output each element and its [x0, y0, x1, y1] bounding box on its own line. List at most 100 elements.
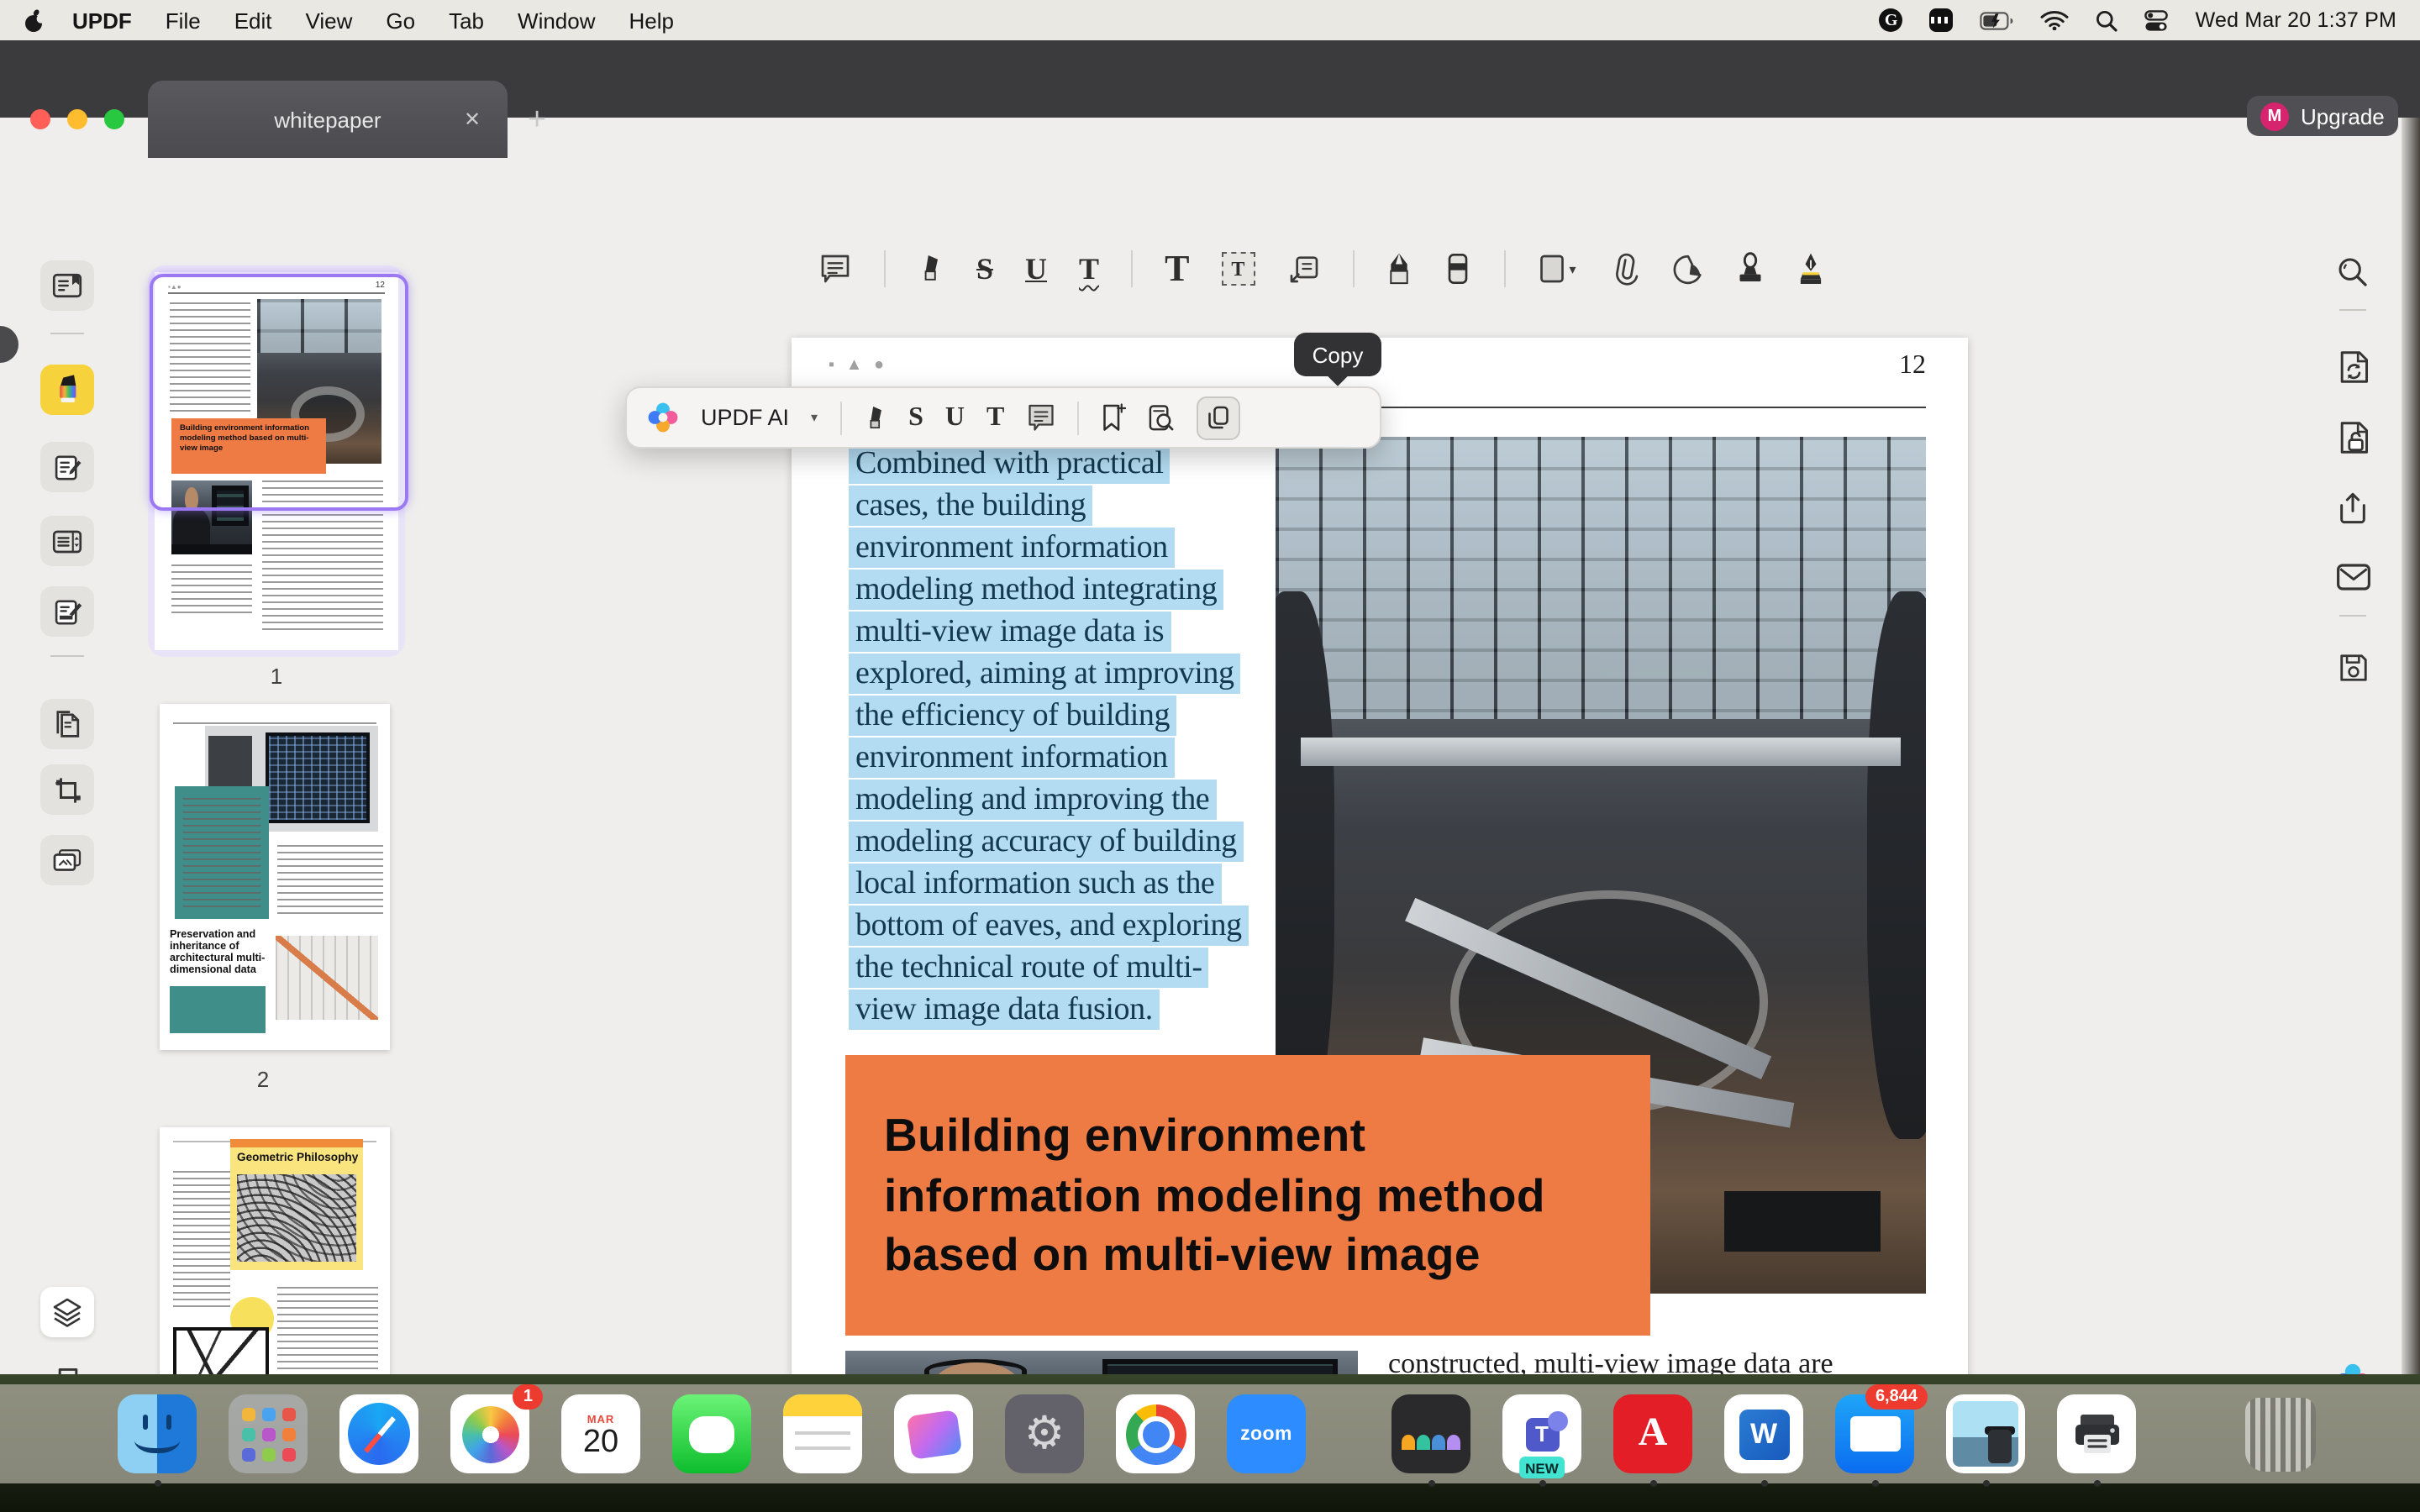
dock-acrobat[interactable]: A — [1613, 1394, 1692, 1473]
thumbnail-viewport-indicator[interactable] — [150, 274, 408, 511]
sidebar-item-organize-pages[interactable] — [40, 516, 94, 566]
dock-system-settings[interactable]: ⚙ — [1005, 1394, 1084, 1473]
dock-printer[interactable] — [2057, 1394, 2136, 1473]
dock-launchpad[interactable] — [229, 1394, 308, 1473]
new-tab-button[interactable]: + — [528, 102, 546, 139]
highlight-button[interactable] — [863, 402, 886, 433]
underline-button[interactable]: U — [945, 404, 965, 431]
stamp-tool[interactable] — [1735, 252, 1764, 286]
sidebar-item-thumbnails[interactable] — [40, 1287, 94, 1337]
add-bookmark-button[interactable] — [1100, 402, 1125, 433]
eraser-tool[interactable] — [1443, 252, 1471, 286]
copy-tooltip: Copy — [1294, 333, 1381, 376]
menu-clock[interactable]: Wed Mar 20 1:37 PM — [2196, 8, 2396, 32]
attachment-tool[interactable] — [1607, 252, 1639, 286]
thumbnail-page-2-label: 2 — [134, 1067, 392, 1092]
close-window-button[interactable] — [30, 109, 50, 129]
toolbar-divider — [884, 250, 886, 287]
strikethrough-tool[interactable]: S — [976, 254, 993, 284]
control-center-icon[interactable] — [2145, 9, 2169, 31]
upgrade-button[interactable]: M Upgrade — [2247, 96, 2398, 136]
dock-safari[interactable] — [339, 1394, 418, 1473]
menu-edit[interactable]: Edit — [234, 8, 272, 33]
bartender-icon[interactable] — [1930, 8, 1954, 32]
dock-zoom[interactable]: zoom — [1227, 1394, 1306, 1473]
rightbar-share[interactable] — [2333, 487, 2373, 528]
updf-ai-logo-icon — [647, 402, 679, 433]
chevron-down-icon[interactable]: ▾ — [811, 410, 818, 425]
dock-mail[interactable]: 6,844 — [1835, 1394, 1914, 1473]
dock-teams[interactable]: T NEW — [1502, 1394, 1581, 1473]
sticky-note-tool[interactable] — [818, 252, 852, 286]
panel-handle[interactable] — [0, 326, 18, 363]
squiggly-underline-tool[interactable]: T — [1079, 254, 1099, 284]
selected-paragraph[interactable]: Combined with practical cases, the build… — [849, 442, 1319, 1030]
text-tool[interactable]: T — [1165, 250, 1189, 287]
sidebar-divider — [50, 655, 84, 657]
dock-trash[interactable] — [2240, 1394, 2319, 1473]
dock-calendar[interactable]: MAR 20 — [561, 1394, 640, 1473]
rightbar-email[interactable] — [2333, 556, 2373, 596]
tab-close-icon[interactable]: ✕ — [457, 104, 487, 134]
dock-notes[interactable] — [783, 1394, 862, 1473]
dock-finder[interactable] — [118, 1394, 197, 1473]
grammarly-icon[interactable]: G — [1880, 8, 1903, 32]
document-tab[interactable]: whitepaper ✕ — [148, 81, 508, 158]
highlight-tool[interactable] — [918, 252, 944, 286]
desktop-edge — [2402, 118, 2420, 1374]
sidebar-item-fill-sign[interactable] — [40, 586, 94, 637]
apple-menu-icon[interactable] — [24, 8, 45, 33]
menu-go[interactable]: Go — [386, 8, 415, 33]
note-button[interactable] — [1026, 402, 1055, 433]
dock-wave-app[interactable] — [1392, 1394, 1470, 1473]
screen: UPDF File Edit View Go Tab Window Help G — [0, 0, 2420, 1512]
search-document-button[interactable] — [1147, 402, 1174, 433]
sidebar-item-reader[interactable] — [40, 260, 94, 311]
rightbar-search[interactable] — [2333, 252, 2373, 292]
dock-freeform-app[interactable] — [894, 1394, 973, 1473]
menu-help[interactable]: Help — [629, 8, 675, 33]
shapes-tool[interactable]: ▾ — [1537, 252, 1576, 286]
menu-updf[interactable]: UPDF — [72, 8, 132, 33]
zoom-window-button[interactable] — [104, 109, 124, 129]
callout-tool[interactable] — [1286, 252, 1320, 286]
pdf-page: ▪ ▲ ● 12 Combined with practical cases, … — [792, 338, 1968, 1497]
rightbar-convert[interactable] — [2333, 346, 2373, 386]
spotlight-icon[interactable] — [2096, 9, 2118, 31]
pencil-tool[interactable] — [1386, 251, 1411, 286]
squiggly-button[interactable]: T — [986, 404, 1004, 431]
signature-tool[interactable] — [1796, 251, 1824, 286]
sidebar-item-slideshow[interactable] — [40, 835, 94, 885]
rightbar-divider — [2339, 615, 2366, 617]
sidebar-item-crop[interactable] — [40, 764, 94, 815]
rightbar-protect[interactable] — [2333, 417, 2373, 457]
gear-icon: ⚙ — [1024, 1408, 1065, 1460]
sidebar-divider — [50, 333, 84, 334]
wifi-icon[interactable] — [2041, 10, 2070, 30]
strikethrough-button[interactable]: S — [908, 404, 923, 431]
menu-view[interactable]: View — [306, 8, 353, 33]
dock-photos[interactable]: 1 — [450, 1394, 529, 1473]
sidebar-item-edit-pdf[interactable] — [40, 442, 94, 492]
dock-chrome[interactable] — [1116, 1394, 1195, 1473]
menu-tab[interactable]: Tab — [449, 8, 484, 33]
sticker-tool[interactable] — [1671, 253, 1703, 285]
copy-button[interactable] — [1196, 396, 1239, 439]
menu-window[interactable]: Window — [518, 8, 596, 33]
sidebar-item-page-tools[interactable] — [40, 699, 94, 749]
dock-photo-viewer[interactable] — [1946, 1394, 2025, 1473]
minimize-window-button[interactable] — [67, 109, 87, 129]
menu-file[interactable]: File — [166, 8, 201, 33]
sidebar-item-comment[interactable] — [40, 365, 94, 415]
tab-title: whitepaper — [274, 107, 381, 132]
thumb2-heading: Preservation and inheritance of architec… — [170, 929, 274, 976]
text-box-tool[interactable]: T — [1221, 252, 1255, 286]
underline-tool[interactable]: U — [1025, 254, 1047, 284]
dock-messages[interactable] — [672, 1394, 751, 1473]
highlighted-text[interactable]: Combined with practical cases, the build… — [849, 443, 1249, 1029]
thumbnail-page-2[interactable]: Preservation and inheritance of architec… — [160, 704, 390, 1050]
rightbar-save[interactable] — [2333, 647, 2373, 687]
updf-ai-button[interactable]: UPDF AI — [701, 405, 789, 430]
battery-charging-icon[interactable] — [1981, 11, 2014, 29]
dock-word[interactable]: W — [1724, 1394, 1803, 1473]
